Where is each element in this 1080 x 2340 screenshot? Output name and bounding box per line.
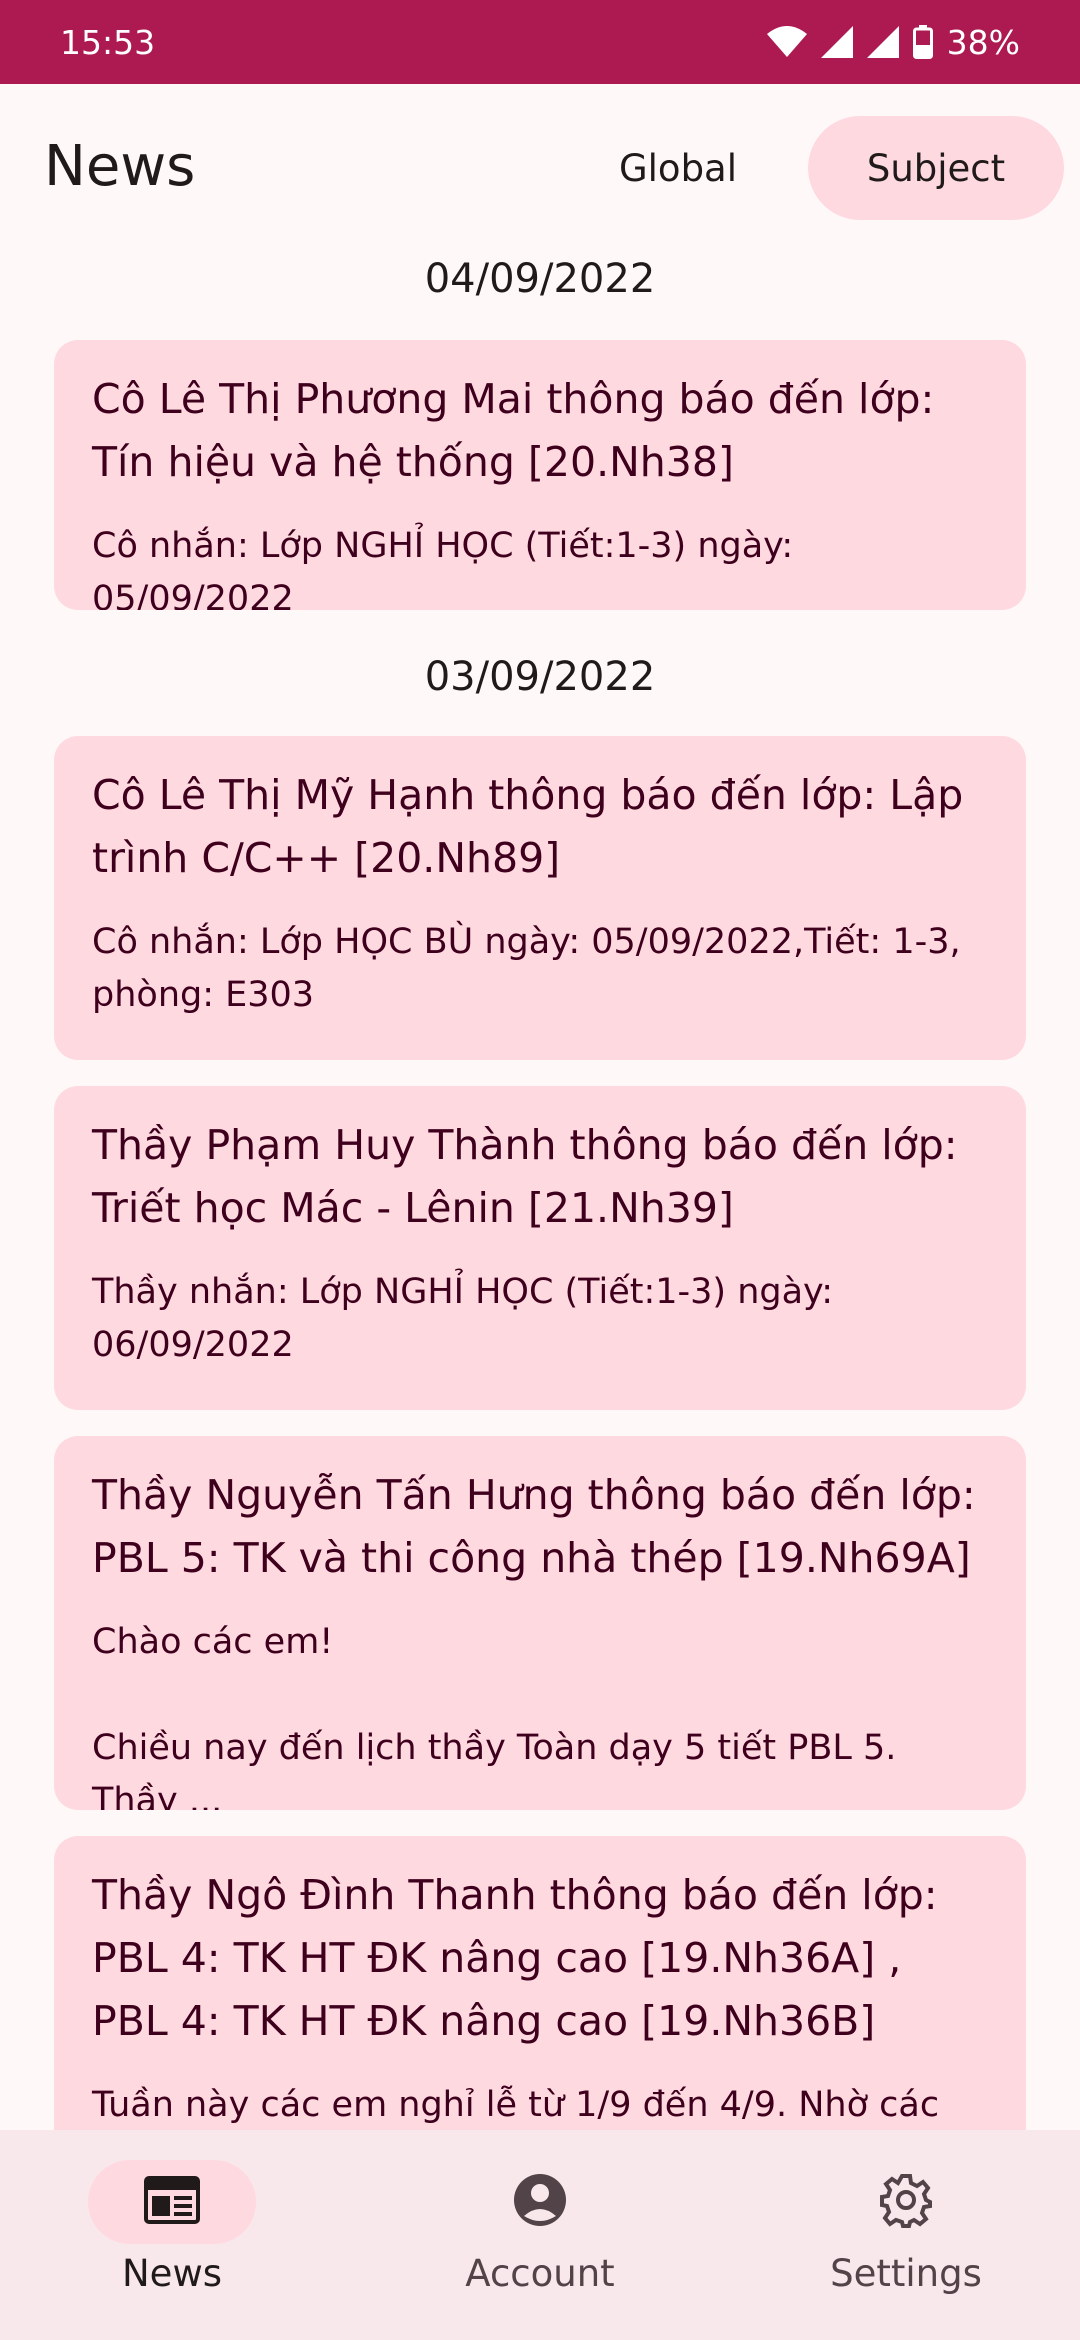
news-card-body: Chào các em! Chiều nay đến lịch thầy Toà… (92, 1622, 897, 1810)
signal-icon (820, 26, 853, 58)
nav-pill-account[interactable] (456, 2160, 624, 2244)
news-card[interactable]: Thầy Nguyễn Tấn Hưng thông báo đến lớp: … (54, 1436, 1026, 1810)
news-feed[interactable]: 04/09/2022 Cô Lê Thị Phương Mai thông bá… (0, 254, 1080, 2130)
date-heading: 03/09/2022 (424, 654, 656, 700)
news-icon (144, 2176, 200, 2228)
nav-pill-news[interactable] (88, 2160, 256, 2244)
news-card-body: Thầy nhắn: Lớp NGHỈ HỌC (Tiết:1-3) ngày:… (92, 1272, 845, 1365)
nav-label-news: News (122, 2252, 222, 2295)
news-card-title: Thầy Ngô Đình Thanh thông báo đến lớp: P… (92, 1871, 938, 2045)
news-card[interactable]: Cô Lê Thị Mỹ Hạnh thông báo đến lớp: Lập… (54, 736, 1026, 1060)
battery-percent: 38% (946, 22, 1020, 62)
top-app-bar: News Global Subject (0, 84, 1080, 254)
nav-pill-settings[interactable] (822, 2160, 990, 2244)
bottom-navigation: News Account Settings (0, 2130, 1080, 2340)
news-card-body: Tuần này các em nghỉ lễ từ 1/9 đến 4/9. … (92, 2085, 940, 2125)
news-card-title: Cô Lê Thị Mỹ Hạnh thông báo đến lớp: Lập… (92, 771, 964, 882)
status-time: 15:53 (60, 22, 156, 62)
nav-item-news[interactable]: News (22, 2160, 322, 2295)
news-card-title: Cô Lê Thị Phương Mai thông báo đến lớp: … (92, 375, 935, 486)
signal-icon-2 (866, 26, 899, 58)
tab-global[interactable]: Global (596, 116, 760, 220)
news-card[interactable]: Cô Lê Thị Phương Mai thông báo đến lớp: … (54, 340, 1026, 610)
nav-item-account[interactable]: Account (390, 2160, 690, 2295)
nav-item-settings[interactable]: Settings (756, 2160, 1056, 2295)
nav-label-account: Account (465, 2252, 615, 2295)
tab-subject[interactable]: Subject (808, 116, 1064, 220)
news-card-title: Thầy Phạm Huy Thành thông báo đến lớp: T… (92, 1121, 958, 1232)
status-icons: 38% (766, 22, 1020, 62)
account-icon (512, 2172, 568, 2232)
news-card[interactable]: Thầy Phạm Huy Thành thông báo đến lớp: T… (54, 1086, 1026, 1410)
news-card-title: Thầy Nguyễn Tấn Hưng thông báo đến lớp: … (92, 1471, 976, 1582)
nav-label-settings: Settings (830, 2252, 982, 2295)
page-title: News (44, 134, 196, 199)
gear-icon (878, 2172, 934, 2232)
battery-icon (912, 25, 933, 59)
news-card-body: Cô nhắn: Lớp HỌC BÙ ngày: 05/09/2022,Tiế… (92, 922, 972, 1015)
wifi-icon (766, 26, 807, 58)
status-bar: 15:53 38% (0, 0, 1080, 84)
news-card-body: Cô nhắn: Lớp NGHỈ HỌC (Tiết:1-3) ngày: 0… (92, 526, 805, 610)
date-heading: 04/09/2022 (424, 256, 656, 302)
news-card[interactable]: Thầy Ngô Đình Thanh thông báo đến lớp: P… (54, 1836, 1026, 2130)
